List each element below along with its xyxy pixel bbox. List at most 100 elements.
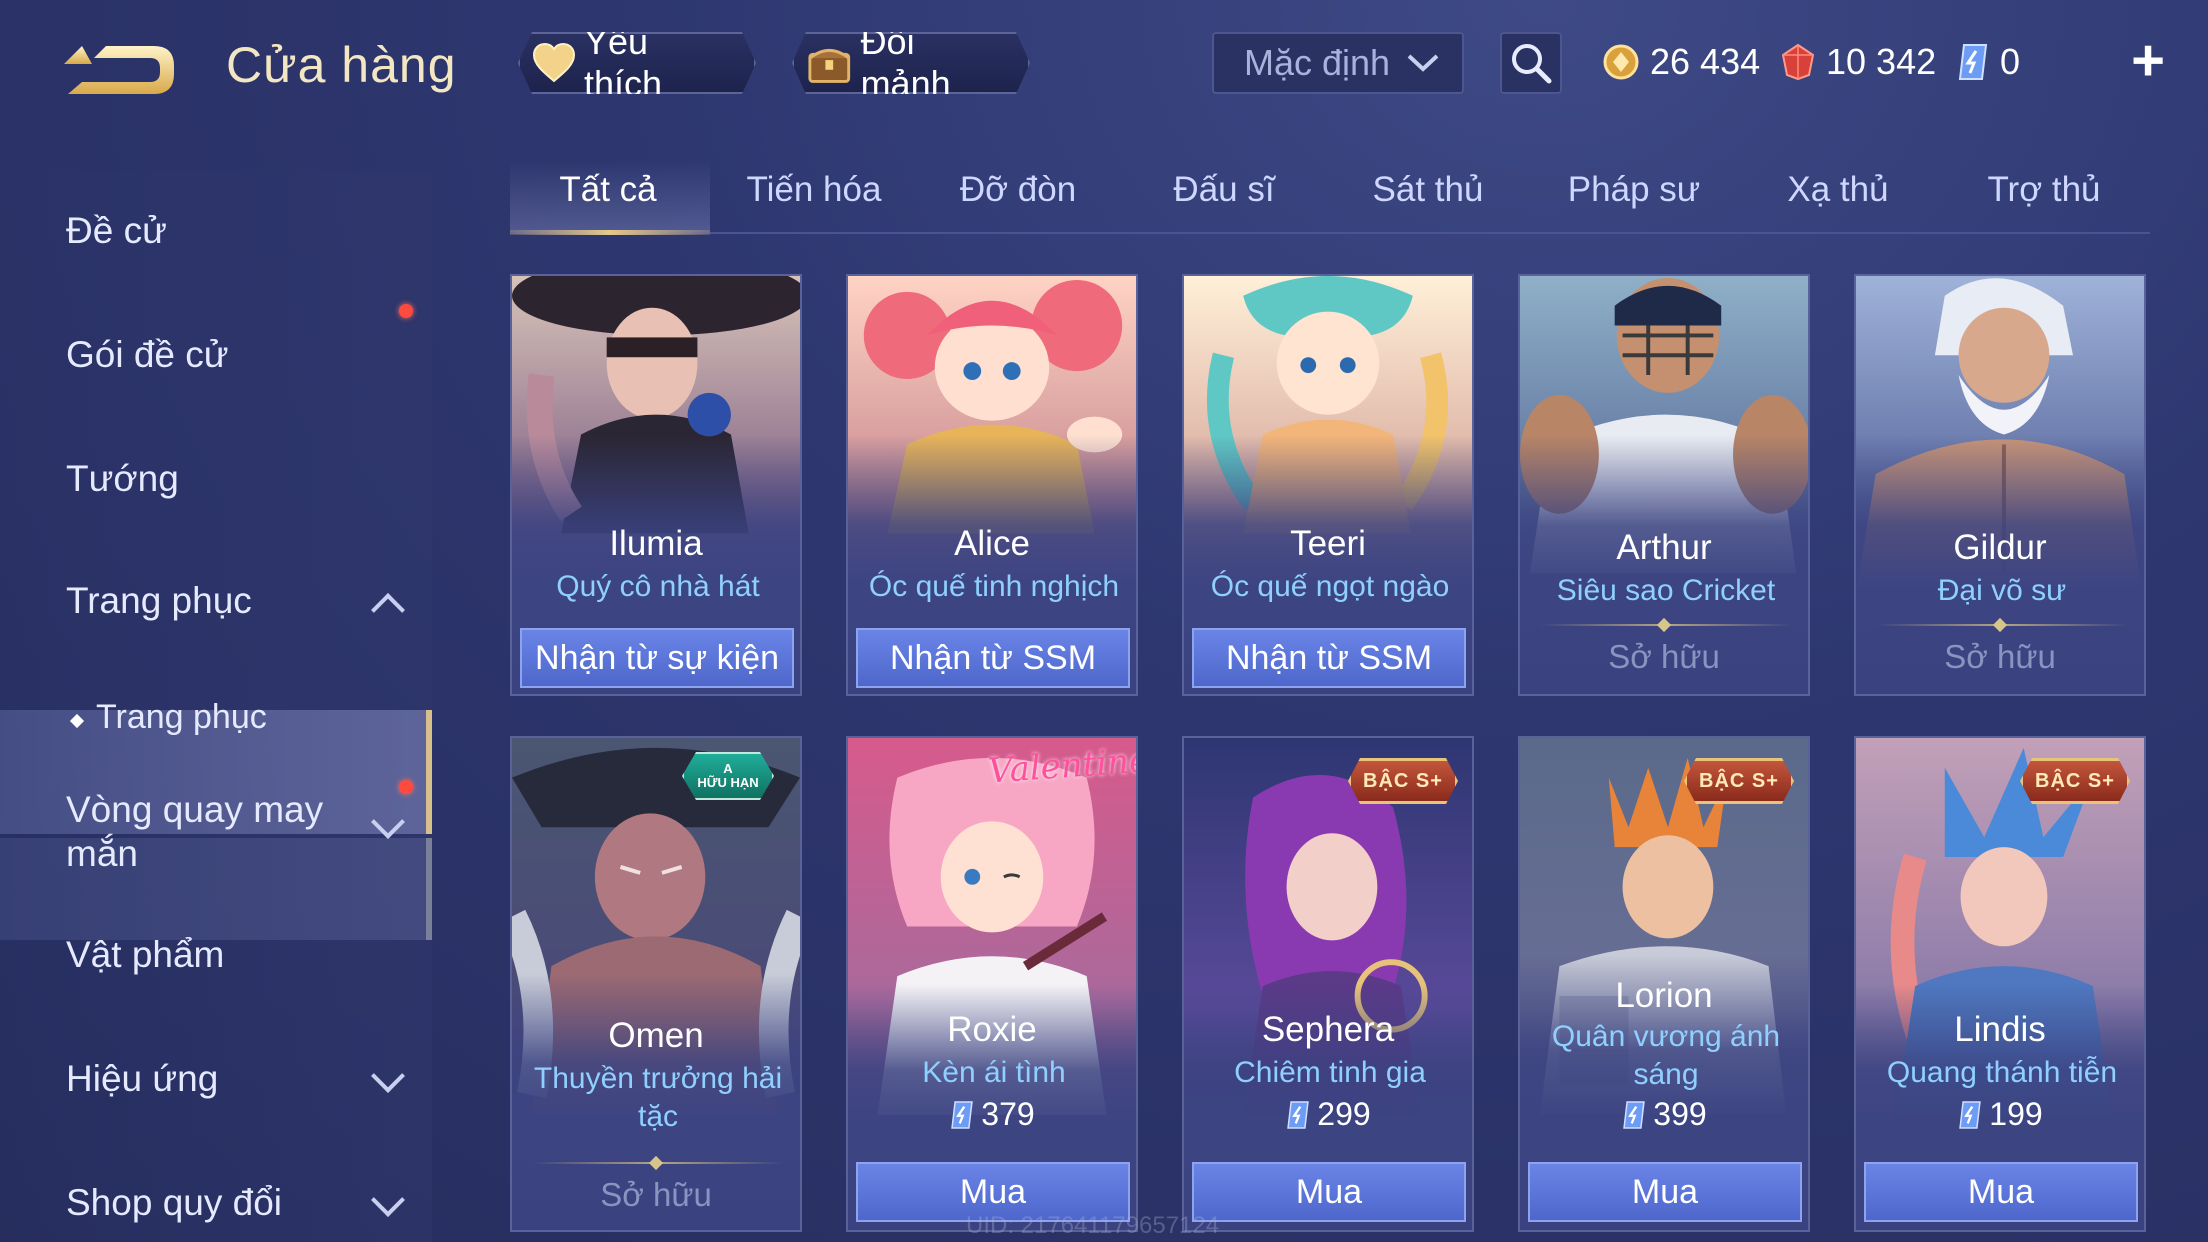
price-value: 299 <box>1317 1096 1371 1132</box>
search-icon <box>1512 44 1552 84</box>
skin-name: Siêu sao Cricket <box>1556 574 1776 607</box>
sort-dropdown[interactable]: Mặc định <box>1212 32 1464 94</box>
hero-name: Gildur <box>1953 528 2047 567</box>
skin-card[interactable]: Arthur Siêu sao Cricket Sở hữu <box>1518 274 1810 696</box>
gold-balance: 26 434 <box>1602 34 1760 90</box>
skin-card[interactable]: BẬC S+ Lindis Quang thánh tiễn 199 Mua <box>1854 736 2146 1232</box>
tab-mage[interactable]: Pháp sư <box>1568 170 1700 210</box>
buy-button[interactable]: Mua <box>1192 1162 1466 1222</box>
hero-name: Sephera <box>1261 1010 1395 1049</box>
skin-card[interactable]: Valentine Roxie Kèn ái tình 379 Mua <box>846 736 1138 1232</box>
skin-name: Óc quế tinh nghịch <box>868 570 1120 603</box>
hero-name: Teeri <box>1290 524 1366 563</box>
chevron-down-icon <box>371 1183 405 1217</box>
price-value: 399 <box>1653 1096 1707 1132</box>
chevron-up-icon <box>371 593 405 627</box>
tab-tank[interactable]: Đỡ đòn <box>960 170 1076 210</box>
tab-marksman[interactable]: Xạ thủ <box>1787 170 1888 210</box>
back-arrow-icon <box>64 46 174 94</box>
skin-card[interactable]: Gildur Đại võ sư Sở hữu <box>1854 274 2146 696</box>
tab-all[interactable]: Tất cả <box>559 170 656 210</box>
sidebar-item-items[interactable]: Vật phẩm <box>66 934 224 976</box>
skin-name: Đại võ sư <box>1937 574 2067 607</box>
owned-status: Sở hữu <box>1608 638 1720 675</box>
shard-exchange-label: Đổi mảnh <box>860 21 951 104</box>
sidebar-item-lucky-spin[interactable]: Vòng quay may mắn <box>66 788 366 876</box>
category-tabs: Tất cả Tiến hóa Đỡ đòn Đấu sĩ Sát thủ Ph… <box>510 160 2150 235</box>
favorites-label: Yêu thích <box>583 21 663 104</box>
price: 379 <box>848 1096 1136 1133</box>
page-title: Cửa hàng <box>226 37 457 93</box>
top-bar: Cửa hàng Yêu thích Đổi mảnh Mặc định 26 <box>0 0 2208 130</box>
tab-assassin[interactable]: Sát thủ <box>1373 170 1484 210</box>
skin-card[interactable]: A HỮU HẠN Omen Thuyền trưởng hải tặc Sở … <box>510 736 802 1232</box>
notification-dot <box>399 780 413 794</box>
sidebar-item-recommended[interactable]: Đề cử <box>66 210 167 252</box>
shard-exchange-button[interactable]: Đổi mảnh <box>792 32 1030 94</box>
skin-name: Óc quế ngọt ngào <box>1210 570 1450 603</box>
tier-badge: BẬC S+ <box>1348 758 1458 804</box>
back-button[interactable] <box>62 38 182 102</box>
skin-name: Quang thánh tiễn <box>1886 1056 2118 1089</box>
sidebar-item-heroes[interactable]: Tướng <box>66 458 179 500</box>
get-from-ssm-button[interactable]: Nhận từ SSM <box>1192 628 1466 688</box>
skin-name: Chiêm tinh gia <box>1234 1056 1426 1089</box>
limited-badge-top: A <box>723 761 733 776</box>
voucher-balance: 0 <box>1956 34 2020 90</box>
skin-card[interactable]: Ilumia Quý cô nhà hát Nhận từ sự kiện <box>510 274 802 696</box>
chevron-down-icon <box>371 1059 405 1093</box>
sidebar: Đề cử Gói đề cử Tướng Trang phục Trang p… <box>0 170 432 1242</box>
gold-amount: 26 434 <box>1650 41 1761 82</box>
skin-name: Quý cô nhà hát <box>556 570 760 603</box>
hero-name: Alice <box>954 524 1030 563</box>
gold-coin-icon <box>1603 44 1639 80</box>
limited-badge: A HỮU HẠN <box>682 752 774 800</box>
hero-name: Arthur <box>1616 528 1712 567</box>
ruby-amount: 10 342 <box>1826 41 1937 82</box>
hero-name: Lindis <box>1954 1010 2046 1049</box>
sidebar-item-recommended-packs[interactable]: Gói đề cử <box>66 334 229 376</box>
skin-card[interactable]: BẬC S+ Lorion Quân vương ánh sáng 399 Mu… <box>1518 736 1810 1232</box>
tab-active-underline <box>510 230 710 235</box>
sort-value: Mặc định <box>1244 42 1391 83</box>
notification-dot <box>399 304 413 318</box>
price-value: 379 <box>981 1096 1035 1132</box>
plus-icon: + <box>2131 27 2165 93</box>
get-from-ssm-button[interactable]: Nhận từ SSM <box>856 628 1130 688</box>
hero-name: Omen <box>608 1016 704 1055</box>
get-from-event-button[interactable]: Nhận từ sự kiện <box>520 628 794 688</box>
sidebar-subitem-skins[interactable]: Trang phục <box>96 698 267 737</box>
skin-card[interactable]: Teeri Óc quế ngọt ngào Nhận từ SSM <box>1182 274 1474 696</box>
tab-evolution[interactable]: Tiến hóa <box>747 170 882 210</box>
voucher-amount: 0 <box>2000 41 2021 82</box>
sidebar-item-effects[interactable]: Hiệu ứng <box>66 1058 218 1100</box>
tier-badge: BẬC S+ <box>1684 758 1794 804</box>
heart-icon <box>532 43 576 83</box>
sidebar-item-exchange-shop[interactable]: Shop quy đổi <box>66 1182 282 1224</box>
voucher-icon <box>1623 1100 1646 1129</box>
tab-support[interactable]: Trợ thủ <box>1987 170 2100 210</box>
tier-badge: BẬC S+ <box>2020 758 2130 804</box>
sidebar-item-skins[interactable]: Trang phục <box>66 580 252 622</box>
hero-name: Lorion <box>1615 976 1713 1015</box>
skin-name: Thuyền trưởng hải tặc <box>533 1062 783 1133</box>
buy-button[interactable]: Mua <box>1528 1162 1802 1222</box>
skin-card[interactable]: BẬC S+ Sephera Chiêm tinh gia 299 Mua <box>1182 736 1474 1232</box>
price-value: 199 <box>1989 1096 2043 1132</box>
hero-name: Roxie <box>947 1010 1037 1049</box>
voucher-icon <box>1287 1100 1310 1129</box>
price: 399 <box>1520 1096 1808 1133</box>
favorites-button[interactable]: Yêu thích <box>518 32 756 94</box>
chest-icon <box>806 40 853 86</box>
voucher-icon <box>951 1100 974 1129</box>
voucher-icon <box>1959 1100 1982 1129</box>
tab-fighter[interactable]: Đấu sĩ <box>1173 170 1274 210</box>
hero-name: Ilumia <box>609 524 703 563</box>
ruby-balance: 10 342 <box>1780 34 1936 90</box>
skin-card[interactable]: Alice Óc quế tinh nghịch Nhận từ SSM <box>846 274 1138 696</box>
search-button[interactable] <box>1500 32 1562 94</box>
skin-name: Quân vương ánh sáng <box>1551 1020 1781 1091</box>
user-id: UID: 217641179657124 <box>966 1212 1220 1239</box>
buy-button[interactable]: Mua <box>1864 1162 2138 1222</box>
add-currency-button[interactable]: + <box>2118 28 2178 93</box>
